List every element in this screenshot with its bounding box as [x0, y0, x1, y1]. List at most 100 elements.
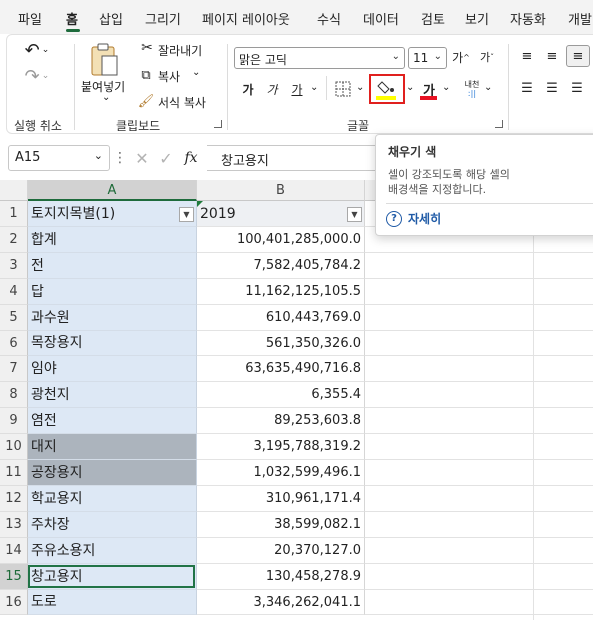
tab-formulas[interactable]: 수식: [317, 9, 341, 28]
cell-b[interactable]: 63,635,490,716.8: [197, 356, 365, 382]
cell-b[interactable]: 310,961,171.4: [197, 486, 365, 512]
underline-icon[interactable]: 가: [289, 80, 305, 98]
tooltip-help-link[interactable]: ? 자세히: [386, 210, 441, 227]
copy-dropdown-icon[interactable]: ⌄: [192, 67, 200, 78]
align-right-icon[interactable]: ☰: [568, 80, 586, 96]
bold-icon[interactable]: 가: [240, 80, 256, 98]
cell-a[interactable]: 전: [28, 253, 197, 279]
cell-a[interactable]: 대지: [28, 434, 197, 460]
row-header[interactable]: 12: [0, 486, 28, 512]
cut-button[interactable]: 잘라내기: [158, 42, 202, 59]
copy-button[interactable]: 복사: [158, 68, 180, 85]
cancel-icon[interactable]: ✕: [133, 148, 151, 168]
tab-home[interactable]: 홈: [66, 9, 78, 28]
row-header[interactable]: 3: [0, 253, 28, 279]
align-top-icon[interactable]: ≡: [518, 48, 536, 64]
tab-draw[interactable]: 그리기: [145, 9, 181, 28]
cell-a[interactable]: 과수원: [28, 305, 197, 331]
align-center-icon[interactable]: ☰: [543, 80, 561, 96]
paste-dropdown-icon[interactable]: ⌄: [102, 92, 110, 103]
tab-developer[interactable]: 개발: [568, 9, 592, 28]
row-header[interactable]: 13: [0, 512, 28, 538]
column-header-b[interactable]: B: [197, 180, 365, 201]
font-size-select[interactable]: 11 ⌄: [408, 47, 447, 69]
cell-b[interactable]: 20,370,127.0: [197, 538, 365, 564]
align-bottom-icon[interactable]: ≡: [566, 45, 590, 67]
fill-color-button[interactable]: [369, 74, 405, 104]
row-header[interactable]: 15: [0, 564, 28, 590]
name-box[interactable]: A15 ⌄: [8, 145, 110, 171]
row-header[interactable]: 7: [0, 356, 28, 382]
decrease-font-size-icon[interactable]: 가ˇ: [477, 49, 497, 65]
filter-dropdown-icon[interactable]: ▼: [347, 207, 362, 222]
row-header[interactable]: 6: [0, 331, 28, 356]
row-header[interactable]: 14: [0, 538, 28, 564]
align-left-icon[interactable]: ☰: [518, 80, 536, 96]
row-header[interactable]: 9: [0, 408, 28, 434]
row-header[interactable]: 1: [0, 201, 28, 227]
row-header[interactable]: 2: [0, 227, 28, 253]
tab-view[interactable]: 보기: [465, 9, 489, 28]
header-cell-a[interactable]: 토지지목별(1): [28, 201, 197, 227]
cell-b[interactable]: 11,162,125,105.5: [197, 279, 365, 305]
cell-a[interactable]: 합계: [28, 227, 197, 253]
cell-a[interactable]: 답: [28, 279, 197, 305]
cell-b[interactable]: 561,350,326.0: [197, 331, 365, 356]
font-name-select[interactable]: 맑은 고딕 ⌄: [234, 47, 405, 69]
tab-file[interactable]: 파일: [18, 9, 42, 28]
font-color-dropdown-icon[interactable]: ⌄: [442, 82, 450, 93]
increase-font-size-icon[interactable]: 가 ^: [451, 49, 471, 65]
column-header-a[interactable]: A: [28, 180, 197, 201]
cell-a[interactable]: 목장용지: [28, 331, 197, 356]
cell-b[interactable]: 3,346,262,041.1: [197, 590, 365, 615]
paste-icon[interactable]: [86, 42, 122, 78]
cell-b[interactable]: 130,458,278.9: [197, 564, 365, 590]
insert-function-icon[interactable]: fx: [180, 148, 202, 168]
italic-icon[interactable]: 가: [264, 80, 280, 98]
cell-b[interactable]: 89,253,603.8: [197, 408, 365, 434]
undo-icon[interactable]: ↶ ⌄: [20, 40, 54, 61]
phonetic-dropdown-icon[interactable]: ⌄: [484, 82, 492, 93]
filter-dropdown-icon[interactable]: ▼: [179, 207, 194, 222]
cell-a[interactable]: 공장용지: [28, 460, 197, 486]
fill-color-dropdown-icon[interactable]: ⌄: [406, 82, 414, 93]
header-cell-b[interactable]: 2019: [197, 201, 365, 227]
cell-a[interactable]: 주유소용지: [28, 538, 197, 564]
align-middle-icon[interactable]: ≡: [543, 48, 561, 64]
cell-b[interactable]: 38,599,082.1: [197, 512, 365, 538]
row-header[interactable]: 10: [0, 434, 28, 460]
cell-b[interactable]: 100,401,285,000.0: [197, 227, 365, 253]
cell-a[interactable]: 주차장: [28, 512, 197, 538]
tab-data[interactable]: 데이터: [363, 9, 399, 28]
row-header[interactable]: 5: [0, 305, 28, 331]
cell-a[interactable]: 염전: [28, 408, 197, 434]
borders-dropdown-icon[interactable]: ⌄: [356, 82, 364, 93]
underline-dropdown-icon[interactable]: ⌄: [310, 82, 318, 93]
row-header[interactable]: 4: [0, 279, 28, 305]
format-painter-button[interactable]: 서식 복사: [158, 94, 206, 111]
cell-a[interactable]: 학교용지: [28, 486, 197, 512]
cell-b[interactable]: 1,032,599,496.1: [197, 460, 365, 486]
row-header[interactable]: 16: [0, 590, 28, 615]
cell-a[interactable]: 광천지: [28, 382, 197, 408]
enter-icon[interactable]: ✓: [157, 148, 175, 168]
tab-page-layout[interactable]: 페이지 레이아웃: [202, 9, 290, 28]
cell-b[interactable]: 7,582,405,784.2: [197, 253, 365, 279]
cell-a[interactable]: 도로: [28, 590, 197, 615]
cell-b[interactable]: 610,443,769.0: [197, 305, 365, 331]
redo-icon[interactable]: ↷ ⌄: [20, 66, 54, 87]
cell-b[interactable]: 6,355.4: [197, 382, 365, 408]
more-options-icon[interactable]: ⋮: [113, 148, 127, 168]
cell-b[interactable]: 3,195,788,319.2: [197, 434, 365, 460]
tab-insert[interactable]: 삽입: [99, 9, 123, 28]
cell-a[interactable]: 임야: [28, 356, 197, 382]
borders-icon[interactable]: [334, 80, 352, 98]
row-header[interactable]: 11: [0, 460, 28, 486]
phonetic-guide-icon[interactable]: 내천 ː||: [460, 78, 484, 100]
font-launcher-icon[interactable]: [495, 120, 503, 128]
tab-review[interactable]: 검토: [421, 9, 445, 28]
select-all-corner[interactable]: [0, 180, 28, 201]
row-header[interactable]: 8: [0, 382, 28, 408]
clipboard-launcher-icon[interactable]: [214, 120, 222, 128]
tab-automate[interactable]: 자동화: [510, 9, 546, 28]
